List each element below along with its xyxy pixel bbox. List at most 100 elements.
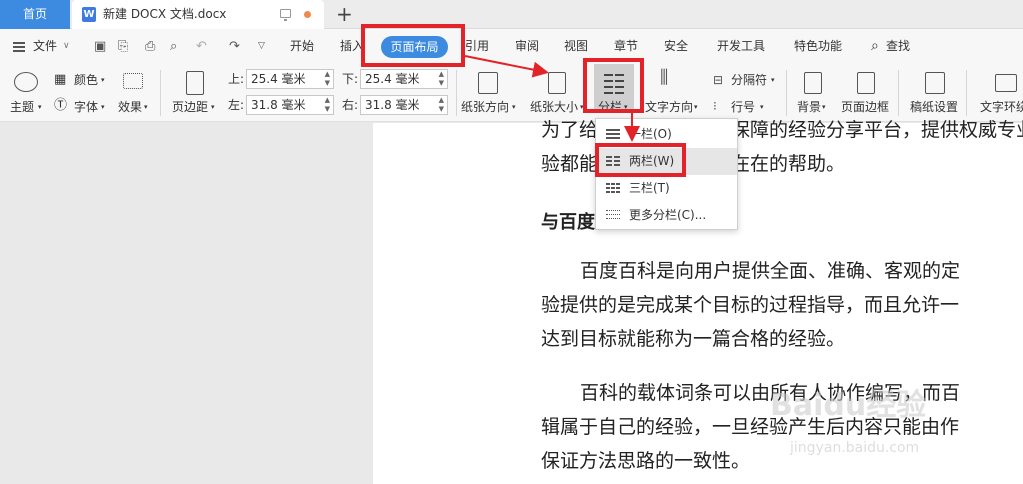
chevron-down-icon[interactable]: ▾: [144, 99, 148, 115]
margins-icon[interactable]: [186, 71, 204, 95]
wps-writer-window: 首页 W 新建 DOCX 文档.docx + 文件 ∨ ▣ ⎘ ⎙ ⌕ ↶ ↷ …: [0, 0, 1023, 484]
menu-icon[interactable]: [13, 42, 25, 52]
font-button[interactable]: 字体: [74, 99, 98, 115]
tab-special-features[interactable]: 特色功能: [794, 29, 842, 64]
tab-developer[interactable]: 开发工具: [717, 29, 765, 64]
theme-palette-icon[interactable]: [14, 72, 38, 92]
chevron-down-icon[interactable]: ▾: [694, 99, 698, 115]
search-button[interactable]: 查找: [886, 29, 910, 64]
text-wrap-button[interactable]: 文字环绕: [980, 99, 1023, 115]
text-direction-icon[interactable]: ⫼: [660, 69, 668, 87]
background-icon[interactable]: [804, 72, 822, 94]
highlight-box: [583, 58, 644, 113]
chevron-down-icon[interactable]: ▾: [101, 72, 105, 88]
watermark: Baidu经验: [770, 388, 927, 423]
watermark-url: jingyan.baidu.com: [790, 440, 920, 456]
left-margin-label: 左:: [228, 98, 245, 112]
paper-size-icon[interactable]: [548, 72, 566, 94]
menu-item-three-columns[interactable]: 三栏(T): [596, 175, 737, 202]
doc-line: 保证方法思路的一致性。: [541, 450, 751, 472]
theme-button[interactable]: 主题: [10, 99, 34, 115]
right-margin-value: 31.8 毫米: [365, 98, 420, 112]
quick-access-chevron-icon[interactable]: ▽: [258, 40, 271, 53]
chevron-down-icon[interactable]: ▾: [38, 99, 42, 115]
ribbon-separator: [966, 70, 967, 116]
three-columns-icon: [606, 183, 620, 194]
chevron-down-icon[interactable]: ∨: [63, 29, 70, 64]
font-t-icon[interactable]: Ⓣ: [54, 98, 67, 114]
chevron-down-icon[interactable]: ▾: [760, 99, 764, 115]
line-numbers-icon[interactable]: ⁝: [713, 98, 717, 114]
chevron-down-icon[interactable]: ▾: [822, 99, 826, 115]
page-layout-ribbon: 主题 ▾ ▦ 颜色 ▾ Ⓣ 字体 ▾ 效果 ▾ 页边距 ▾ 上: 25.4 毫米…: [0, 64, 1023, 122]
bottom-margin-value: 25.4 毫米: [365, 72, 420, 86]
ribbon-separator: [160, 70, 161, 116]
new-tab-button[interactable]: +: [336, 2, 353, 26]
doc-line: 验提供的是完成某个目标的过程指导，而且允许一: [541, 294, 960, 316]
spinner-icon[interactable]: ▲ ▼: [325, 96, 330, 114]
one-column-icon: [606, 129, 620, 140]
ribbon-separator: [786, 70, 787, 116]
ribbon-separator: [898, 70, 899, 116]
undo-icon[interactable]: ↶: [196, 40, 209, 53]
text-direction-button[interactable]: 文字方向: [645, 99, 693, 115]
text-wrap-icon[interactable]: [995, 74, 1017, 92]
wps-writer-icon: W: [82, 7, 96, 22]
monitor-icon[interactable]: [280, 9, 291, 21]
bottom-margin-input[interactable]: 25.4 毫米 ▲ ▼: [360, 69, 448, 89]
chevron-down-icon[interactable]: ▾: [211, 99, 215, 115]
home-tab[interactable]: 首页: [0, 0, 70, 29]
unsaved-dot-icon: [304, 11, 311, 18]
spinner-icon[interactable]: ▲ ▼: [439, 96, 444, 114]
highlight-box: [595, 143, 686, 177]
color-button[interactable]: 颜色: [74, 72, 98, 88]
chevron-down-icon[interactable]: ▾: [512, 99, 516, 115]
chevron-down-icon[interactable]: ▾: [771, 72, 775, 88]
paper-size-button[interactable]: 纸张大小: [530, 99, 578, 115]
manuscript-settings-button[interactable]: 稿纸设置: [910, 99, 958, 115]
effect-button[interactable]: 效果: [118, 99, 142, 115]
save-icon[interactable]: ▣: [94, 40, 107, 53]
doc-line: 达到目标就能称为一篇合格的经验。: [541, 328, 846, 350]
file-menu[interactable]: 文件: [33, 29, 57, 64]
document-tab[interactable]: W 新建 DOCX 文档.docx: [72, 0, 324, 29]
redo-icon[interactable]: ↷: [229, 40, 242, 53]
print-icon[interactable]: ⎙: [145, 40, 158, 53]
page-border-button[interactable]: 页面边框: [841, 99, 889, 115]
menu-bar: 文件 ∨ ▣ ⎘ ⎙ ⌕ ↶ ↷ ▽ 开始 插入 页面布局 引用 审阅 视图 章…: [0, 29, 1023, 64]
top-margin-value: 25.4 毫米: [251, 72, 306, 86]
spinner-icon[interactable]: ▲ ▼: [439, 70, 444, 88]
document-tab-title: 新建 DOCX 文档.docx: [103, 7, 227, 21]
top-margin-input[interactable]: 25.4 毫米 ▲ ▼: [246, 69, 334, 89]
ribbon-separator: [456, 70, 457, 116]
highlight-box: [361, 24, 465, 67]
bottom-margin-label: 下:: [342, 72, 359, 86]
more-columns-icon: [606, 210, 620, 221]
tab-home[interactable]: 开始: [290, 29, 314, 64]
effect-icon[interactable]: [123, 73, 143, 89]
orientation-button[interactable]: 纸张方向: [461, 99, 509, 115]
separator-icon[interactable]: ⊟: [713, 72, 723, 88]
line-numbers-button[interactable]: 行号: [731, 99, 755, 115]
background-button[interactable]: 背景: [797, 99, 821, 115]
left-margin-value: 31.8 毫米: [251, 98, 306, 112]
paste-icon[interactable]: ⎘: [118, 40, 131, 53]
chevron-down-icon[interactable]: ▾: [101, 99, 105, 115]
print-preview-icon[interactable]: ⌕: [170, 40, 183, 53]
title-bar: 首页 W 新建 DOCX 文档.docx +: [0, 0, 1023, 29]
page-border-icon[interactable]: [857, 72, 875, 94]
right-margin-input[interactable]: 31.8 毫米 ▲ ▼: [360, 95, 448, 115]
separator-button[interactable]: 分隔符: [731, 72, 767, 88]
tab-security[interactable]: 安全: [664, 29, 688, 64]
menu-item-more-columns[interactable]: 更多分栏(C)...: [596, 202, 737, 229]
spinner-icon[interactable]: ▲ ▼: [325, 70, 330, 88]
left-margin-input[interactable]: 31.8 毫米 ▲ ▼: [246, 95, 334, 115]
margins-button[interactable]: 页边距: [172, 99, 208, 115]
tab-review[interactable]: 审阅: [515, 29, 539, 64]
manuscript-grid-icon[interactable]: [925, 72, 945, 94]
tab-references[interactable]: 引用: [465, 29, 489, 64]
orientation-icon[interactable]: [478, 72, 498, 94]
color-grid-icon[interactable]: ▦: [54, 72, 66, 88]
menu-item-label: 三栏(T): [629, 181, 670, 195]
search-icon[interactable]: ⌕: [871, 29, 879, 64]
